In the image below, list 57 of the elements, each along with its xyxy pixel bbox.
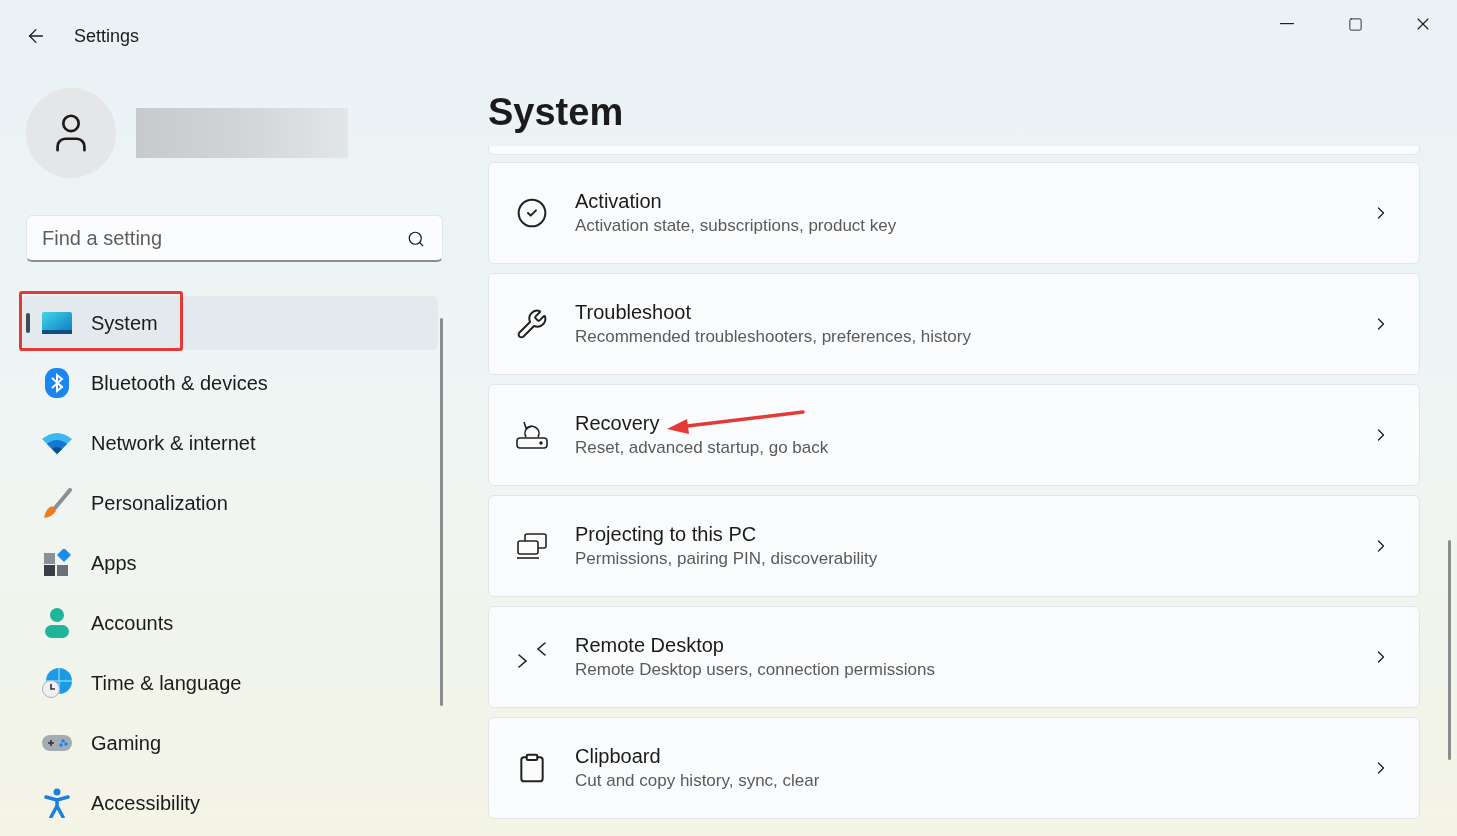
accessibility-icon xyxy=(44,788,70,818)
settings-card[interactable]: Remote Desktop Remote Desktop users, connection permissions xyxy=(488,606,1420,708)
sidebar-item[interactable]: Accessibility xyxy=(22,776,438,830)
card-title: Recovery xyxy=(575,411,660,436)
page-title: System xyxy=(488,90,625,135)
bluetooth-icon xyxy=(45,368,69,398)
settings-card[interactable]: Clipboard Cut and copy history, sync, clear xyxy=(488,717,1420,819)
minimize-icon xyxy=(1280,23,1294,25)
card-title: Projecting to this PC xyxy=(575,522,757,547)
settings-card[interactable]: Projecting to this PC Permissions, pairing PIN, discoverability xyxy=(488,495,1420,597)
apps-icon xyxy=(43,549,71,577)
two-screens-icon xyxy=(516,533,548,559)
sidebar-label: Apps xyxy=(91,551,137,576)
card-description: Recommended troubleshooters, preferences, history xyxy=(575,326,971,348)
sidebar-item[interactable]: Bluetooth & devices xyxy=(22,356,438,410)
search-field[interactable]: Find a setting xyxy=(26,215,443,262)
sidebar-item[interactable]: Personalization xyxy=(22,476,438,530)
sidebar-item[interactable]: Network & internet xyxy=(22,416,438,470)
person-icon xyxy=(44,608,70,638)
card-title: Clipboard xyxy=(575,744,661,769)
check-circle-icon xyxy=(516,197,548,229)
sidebar-label: Bluetooth & devices xyxy=(91,371,268,396)
sidebar-scrollbar[interactable] xyxy=(440,318,443,706)
card-title: Remote Desktop xyxy=(575,633,724,658)
sidebar-label: Personalization xyxy=(91,491,228,516)
card-title: Activation xyxy=(575,189,662,214)
card-title: Troubleshoot xyxy=(575,300,691,325)
sidebar-item[interactable]: Time & language xyxy=(22,656,438,710)
card-description: Cut and copy history, sync, clear xyxy=(575,770,820,792)
window-title: Settings xyxy=(74,24,140,48)
sidebar-item[interactable]: Apps xyxy=(22,536,438,590)
main-scrollbar[interactable] xyxy=(1448,540,1451,760)
card-description: Remote Desktop users, connection permissions xyxy=(575,659,935,681)
paintbrush-icon xyxy=(42,488,72,518)
sidebar-label: Accounts xyxy=(91,611,174,636)
selection-indicator xyxy=(26,313,30,333)
sidebar-label: System xyxy=(91,311,158,336)
sidebar-label: Time & language xyxy=(91,671,242,696)
gamepad-icon xyxy=(42,733,72,753)
sidebar-item[interactable]: Accounts xyxy=(22,596,438,650)
maximize-icon xyxy=(1347,16,1363,32)
settings-card[interactable]: Activation Activation state, subscriptions, product key xyxy=(488,162,1420,264)
globe-clock-icon xyxy=(42,668,72,698)
card-description: Activation state, subscriptions, product key xyxy=(575,215,897,237)
sidebar-label: Network & internet xyxy=(91,431,256,456)
sidebar-label: Accessibility xyxy=(91,791,200,816)
settings-card[interactable]: Troubleshoot Recommended troubleshooters, preferences, history xyxy=(488,273,1420,375)
recovery-drive-icon xyxy=(516,420,548,450)
monitor-icon xyxy=(42,312,72,334)
card-description: Permissions, pairing PIN, discoverability xyxy=(575,548,878,570)
wifi-icon xyxy=(42,432,72,454)
sidebar-label: Gaming xyxy=(91,731,162,756)
settings-card[interactable]: Recovery Reset, advanced startup, go back xyxy=(488,384,1420,486)
card-description: Reset, advanced startup, go back xyxy=(575,437,829,459)
wrench-icon xyxy=(516,308,548,340)
sidebar-item[interactable]: Gaming xyxy=(22,716,438,770)
search-icon xyxy=(407,230,425,248)
